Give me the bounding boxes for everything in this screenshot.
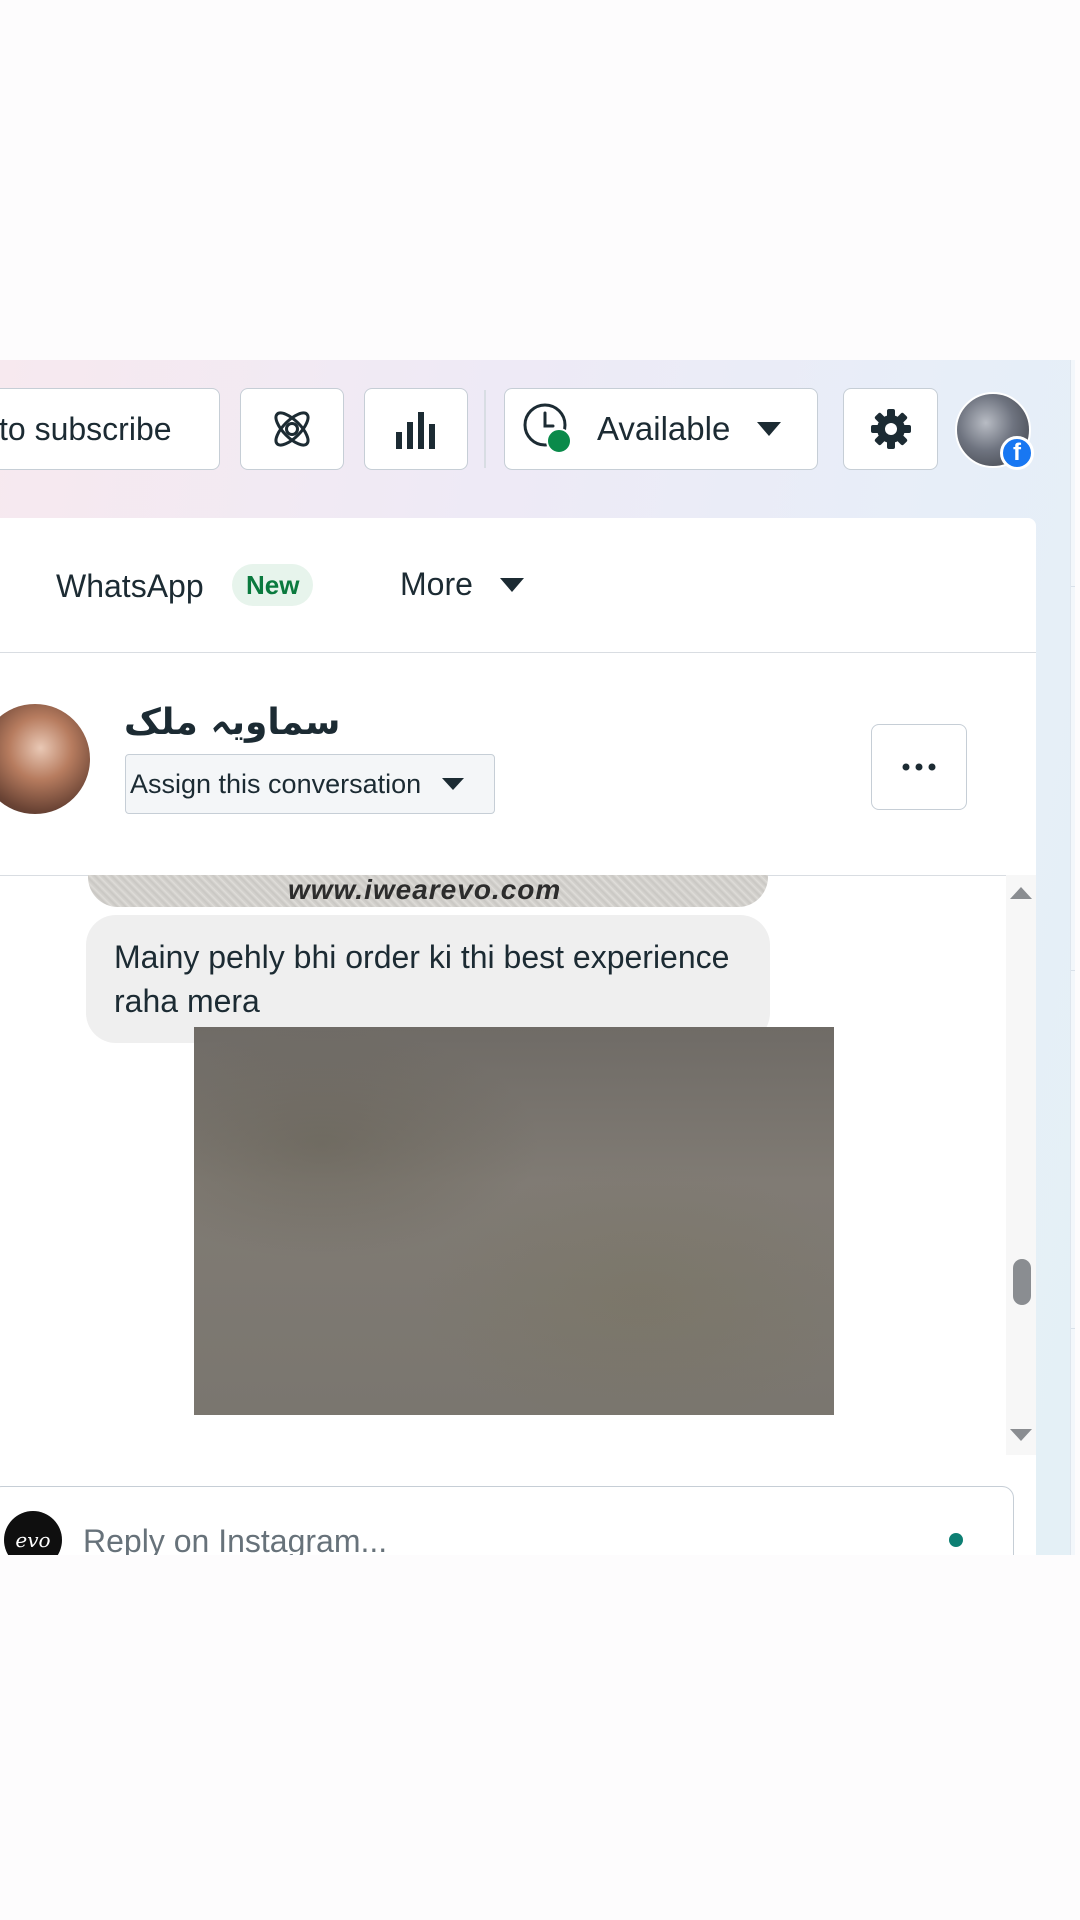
message-thread: www.iwearevo.com Mainy pehly bhi order k… [0, 875, 1006, 1455]
assign-conversation-dropdown[interactable]: Assign this conversation [125, 754, 495, 814]
inbox-app: to subscribe Available f WhatsApp New Mo… [0, 360, 1075, 1555]
message-bubble: Mainy pehly bhi order ki thi best experi… [86, 915, 770, 1043]
reply-input[interactable] [81, 1513, 885, 1555]
scroll-down-icon[interactable] [1010, 1429, 1032, 1441]
right-rail [1070, 360, 1075, 1555]
reply-composer: evo [0, 1486, 1014, 1555]
thread-scrollbar[interactable] [1006, 875, 1036, 1455]
subscribe-button-label: to subscribe [0, 410, 172, 447]
status-dot [949, 1533, 963, 1547]
message-image-previous[interactable]: www.iwearevo.com [88, 875, 768, 907]
caret-down-icon [442, 778, 465, 790]
clock-icon [523, 403, 572, 454]
scroll-up-icon[interactable] [1010, 887, 1032, 899]
contact-avatar[interactable] [0, 704, 90, 814]
atom-icon [274, 411, 310, 447]
message-image[interactable] [194, 1027, 834, 1415]
rail-divider [1071, 586, 1075, 587]
conversation-panel: WhatsApp New More سماویہ ملک Assign this… [0, 518, 1036, 1555]
assign-conversation-label: Assign this conversation [130, 768, 422, 799]
availability-dropdown[interactable]: Available [504, 388, 818, 470]
ai-button[interactable] [240, 388, 344, 470]
availability-label: Available [597, 410, 731, 447]
image-watermark: www.iwearevo.com [288, 875, 562, 905]
channel-tabs: WhatsApp New More [0, 518, 1036, 653]
facebook-icon: f [1000, 436, 1034, 470]
caret-down-icon [757, 422, 782, 436]
gear-icon [870, 409, 911, 449]
subscribe-button[interactable]: to subscribe [0, 388, 220, 470]
contact-name[interactable]: سماویہ ملک [124, 702, 340, 743]
toolbar-divider [484, 390, 486, 468]
bar-chart-icon [396, 412, 435, 449]
rail-divider [1071, 970, 1075, 971]
settings-button[interactable] [843, 388, 938, 470]
tab-more-label: More [400, 566, 473, 602]
tab-whatsapp[interactable]: WhatsApp [56, 568, 204, 605]
new-badge: New [232, 564, 314, 606]
page-avatar: evo [4, 1511, 62, 1555]
conversation-header: سماویہ ملک Assign this conversation [0, 652, 1036, 876]
rail-divider [1071, 1328, 1075, 1329]
caret-down-icon [499, 577, 524, 592]
more-dots-icon [902, 763, 936, 771]
conversation-options-button[interactable] [871, 724, 967, 810]
scroll-thumb[interactable] [1013, 1259, 1031, 1305]
tab-more-dropdown[interactable]: More [400, 566, 525, 603]
insights-button[interactable] [364, 388, 468, 470]
